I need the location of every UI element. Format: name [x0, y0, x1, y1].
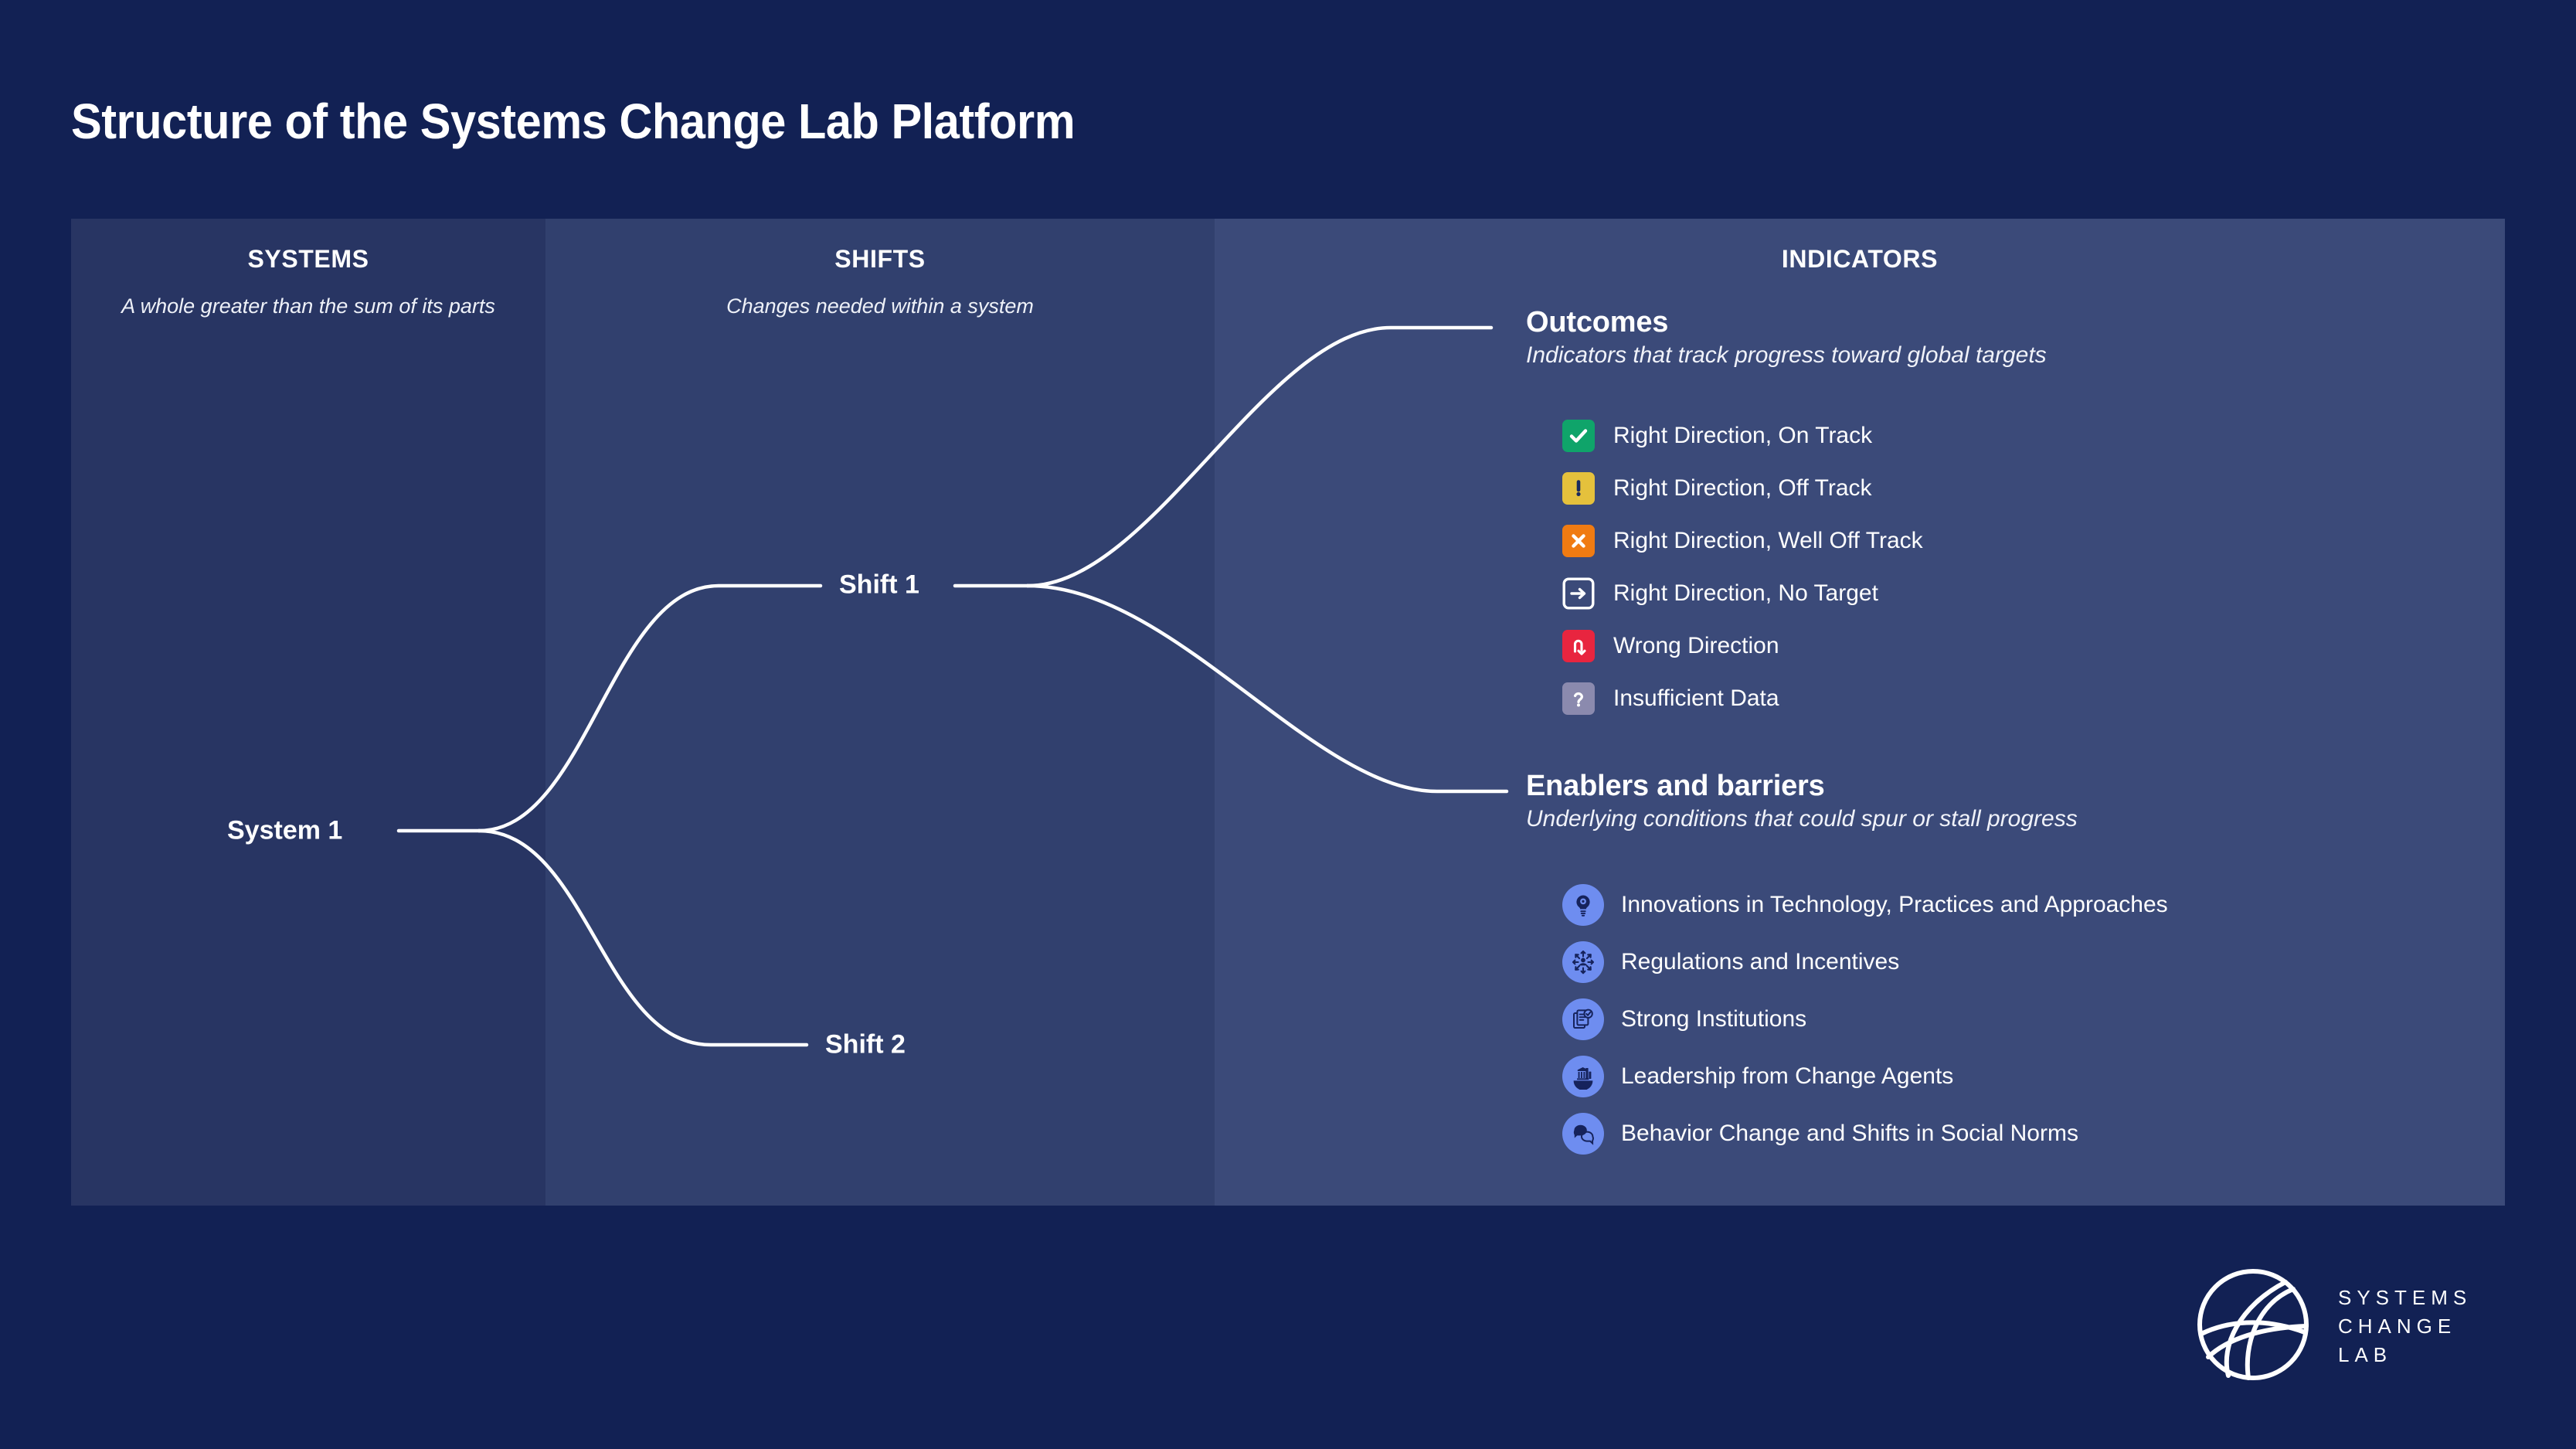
- city-buildings-icon: [1562, 1056, 1604, 1097]
- column-systems: SYSTEMS A whole greater than the sum of …: [71, 219, 545, 1206]
- enablers-list: Innovations in Technology, Practices and…: [1562, 876, 2168, 1162]
- logo-wordmark: SYSTEMS CHANGE LAB: [2338, 1284, 2472, 1369]
- column-systems-subtitle: A whole greater than the sum of its part…: [121, 294, 495, 318]
- group-enablers-subtitle: Underlying conditions that could spur or…: [1526, 806, 2078, 832]
- enabler-item[interactable]: Innovations in Technology, Practices and…: [1562, 876, 2168, 934]
- enabler-item[interactable]: Leadership from Change Agents: [1562, 1048, 2168, 1105]
- enabler-item[interactable]: Regulations and Incentives: [1562, 934, 2168, 991]
- status-legend-item[interactable]: Wrong Direction: [1562, 620, 1923, 672]
- enabler-label: Strong Institutions: [1621, 1006, 1807, 1032]
- status-legend-label: Right Direction, On Track: [1613, 423, 1873, 448]
- exclamation-badge-icon: [1562, 472, 1595, 505]
- check-badge-icon: [1562, 420, 1595, 452]
- status-legend-label: Right Direction, Off Track: [1613, 475, 1872, 501]
- lightbulb-gear-icon: [1562, 884, 1604, 926]
- node-shift-1[interactable]: Shift 1: [839, 570, 919, 600]
- status-legend-label: Insufficient Data: [1613, 685, 1779, 711]
- group-enablers: Enablers and barriers Underlying conditi…: [1526, 770, 2078, 832]
- uturn-down-badge-icon: [1562, 630, 1595, 662]
- enabler-label: Innovations in Technology, Practices and…: [1621, 892, 2168, 917]
- status-legend-label: Right Direction, No Target: [1613, 580, 1878, 606]
- group-enablers-title: Enablers and barriers: [1526, 770, 1825, 802]
- logo-line-change: CHANGE: [2338, 1315, 2457, 1338]
- status-legend-label: Right Direction, Well Off Track: [1613, 528, 1923, 553]
- status-legend-item[interactable]: Right Direction, Off Track: [1562, 462, 1923, 515]
- node-shift-2[interactable]: Shift 2: [825, 1030, 906, 1060]
- cross-badge-icon: [1562, 525, 1595, 557]
- enabler-item[interactable]: Strong Institutions: [1562, 991, 2168, 1048]
- column-shifts-heading: SHIFTS: [834, 245, 926, 273]
- logo-line-lab: LAB: [2338, 1342, 2393, 1366]
- systems-change-lab-logo: SYSTEMS CHANGE LAB: [2194, 1266, 2472, 1387]
- speech-bubbles-icon: [1562, 1113, 1604, 1155]
- status-legend-item[interactable]: Right Direction, Well Off Track: [1562, 515, 1923, 567]
- question-badge-icon: [1562, 682, 1595, 715]
- status-legend-item[interactable]: Right Direction, No Target: [1562, 567, 1923, 620]
- enabler-label: Behavior Change and Shifts in Social Nor…: [1621, 1121, 2078, 1146]
- enabler-label: Leadership from Change Agents: [1621, 1063, 1954, 1089]
- diagram-canvas: Structure of the Systems Change Lab Plat…: [0, 0, 2576, 1449]
- node-system-1[interactable]: System 1: [227, 816, 342, 846]
- status-legend-label: Wrong Direction: [1613, 633, 1779, 658]
- logo-line-systems: SYSTEMS: [2338, 1286, 2472, 1310]
- status-legend-list: Right Direction, On Track Right Directio…: [1562, 410, 1923, 725]
- group-outcomes-title: Outcomes: [1526, 306, 1669, 338]
- page-title: Structure of the Systems Change Lab Plat…: [71, 94, 1076, 149]
- group-outcomes-subtitle: Indicators that track progress toward gl…: [1526, 342, 2047, 368]
- status-legend-item[interactable]: Insufficient Data: [1562, 672, 1923, 725]
- document-check-icon: [1562, 998, 1604, 1040]
- enabler-label: Regulations and Incentives: [1621, 949, 1900, 975]
- globe-logo-icon: [2194, 1266, 2312, 1387]
- status-legend-item[interactable]: Right Direction, On Track: [1562, 410, 1923, 462]
- enabler-item[interactable]: Behavior Change and Shifts in Social Nor…: [1562, 1105, 2168, 1162]
- column-indicators-heading: INDICATORS: [1781, 245, 1939, 273]
- arrow-right-badge-icon: [1562, 577, 1595, 610]
- group-outcomes: Outcomes Indicators that track progress …: [1526, 306, 2047, 369]
- column-shifts-subtitle: Changes needed within a system: [726, 294, 1034, 318]
- column-systems-heading: SYSTEMS: [247, 245, 369, 273]
- radiating-arrows-icon: [1562, 941, 1604, 983]
